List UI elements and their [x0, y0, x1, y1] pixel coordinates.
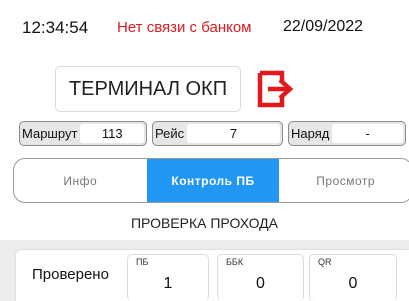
tab-info[interactable]: Инфо: [14, 159, 147, 202]
section-title: ПРОВЕРКА ПРОХОДА: [130, 215, 278, 231]
counter-bbk: ББК 0: [217, 254, 304, 301]
order-label: Наряд: [291, 126, 330, 141]
terminal-title: ТЕРМИНАЛ ОКП: [55, 66, 241, 112]
order-value: -: [332, 124, 403, 143]
counter-pb: ПБ 1: [127, 254, 209, 301]
counter-qr: QR 0: [309, 254, 397, 301]
route-field: Маршрут 113: [19, 121, 147, 146]
connection-status: Нет связи с банком: [117, 19, 252, 36]
counter-bbk-value: 0: [256, 275, 265, 292]
logout-arrow-icon: [257, 70, 294, 108]
tab-control-pb[interactable]: Контроль ПБ: [146, 159, 280, 202]
tab-view[interactable]: Просмотр: [279, 159, 409, 202]
route-value: 113: [80, 124, 144, 143]
checked-label: Проверено: [32, 266, 109, 283]
clock: 12:34:54: [22, 18, 89, 37]
trip-field: Рейс 7: [152, 121, 283, 146]
counter-qr-value: 0: [348, 275, 358, 292]
trip-label: Рейс: [155, 126, 185, 141]
counter-pb-value: 1: [163, 275, 173, 292]
tab-bar: Инфо Контроль ПБ Просмотр: [13, 158, 409, 203]
route-label: Маршрут: [22, 126, 78, 141]
counter-pb-title: ПБ: [136, 257, 149, 267]
logout-button[interactable]: [256, 70, 296, 108]
trip-value: 7: [187, 124, 280, 143]
date: 22/09/2022: [283, 18, 364, 35]
order-field: Наряд -: [288, 121, 406, 146]
counter-qr-title: QR: [318, 257, 332, 267]
counter-bbk-title: ББК: [226, 257, 244, 267]
